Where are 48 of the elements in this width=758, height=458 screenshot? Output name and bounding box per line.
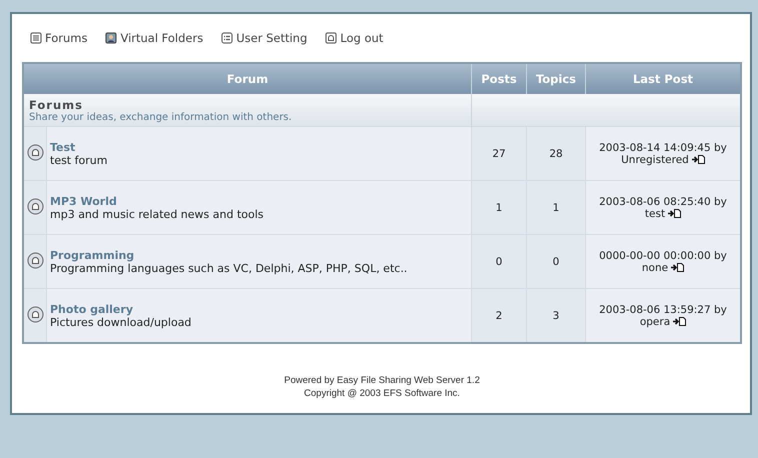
forum-icon [26, 306, 44, 322]
nav-link[interactable]: Virtual Folders [105, 31, 204, 45]
nav-link[interactable]: Log out [325, 31, 384, 45]
nav-link[interactable]: Forums [30, 31, 88, 45]
forum-link[interactable]: Test [50, 140, 76, 154]
column-header: Topics [526, 63, 586, 94]
last-post-user: test [644, 208, 666, 220]
forum-link[interactable]: Photo gallery [50, 302, 133, 316]
posts-count: 0 [496, 256, 502, 268]
footer-text: Copyright @ 2003 EFS Software Inc. [304, 387, 460, 400]
forum-link[interactable]: Programming [50, 248, 134, 262]
forum-description: mp3 and music related news and tools [50, 208, 264, 220]
last-post-date: 2003-08-06 13:59:27 by [599, 304, 727, 316]
forum-icon [26, 198, 44, 214]
posts-count: 27 [492, 148, 506, 160]
topics-count: 28 [549, 148, 563, 160]
forum-description: Pictures download/upload [50, 316, 192, 328]
topics-count: 1 [552, 202, 560, 214]
category-title: Forums [29, 98, 84, 112]
forum-icon [26, 144, 44, 160]
list-icon [30, 32, 42, 44]
person-icon [105, 32, 118, 44]
go-to-post-icon[interactable] [673, 317, 686, 326]
last-post-user: none [642, 262, 668, 274]
logout-icon [325, 32, 338, 44]
posts-count: 1 [496, 202, 502, 214]
go-to-post-icon[interactable] [692, 155, 705, 164]
forum-description: Programming languages such as VC, Delphi, ASP, PHP, SQL, etc.. [50, 262, 408, 274]
settings-icon [221, 32, 234, 44]
last-post-user: opera [640, 316, 670, 328]
column-header: Forum [23, 63, 472, 94]
column-header: Posts [472, 63, 526, 94]
forum-icon [26, 252, 44, 268]
footer-text: Powered by Easy File Sharing Web Server 1.2 [284, 374, 480, 387]
last-post-user: Unregistered [621, 154, 689, 166]
go-to-post-icon[interactable] [671, 263, 684, 272]
forum-link[interactable]: MP3 World [50, 194, 117, 208]
go-to-post-icon[interactable] [668, 209, 682, 218]
column-header: Last Post [586, 63, 741, 94]
last-post-date: 2003-08-14 14:09:45 by [599, 142, 727, 154]
last-post-date: 2003-08-06 08:25:40 by [599, 196, 727, 208]
topics-count: 0 [552, 256, 560, 268]
last-post-date: 0000-00-00 00:00:00 by [599, 250, 727, 262]
forum-description: test forum [50, 154, 108, 166]
posts-count: 2 [496, 310, 502, 322]
topics-count: 3 [552, 310, 560, 322]
nav-link[interactable]: User Setting [221, 31, 308, 45]
category-description: Share your ideas, exchange information with others. [29, 112, 293, 122]
